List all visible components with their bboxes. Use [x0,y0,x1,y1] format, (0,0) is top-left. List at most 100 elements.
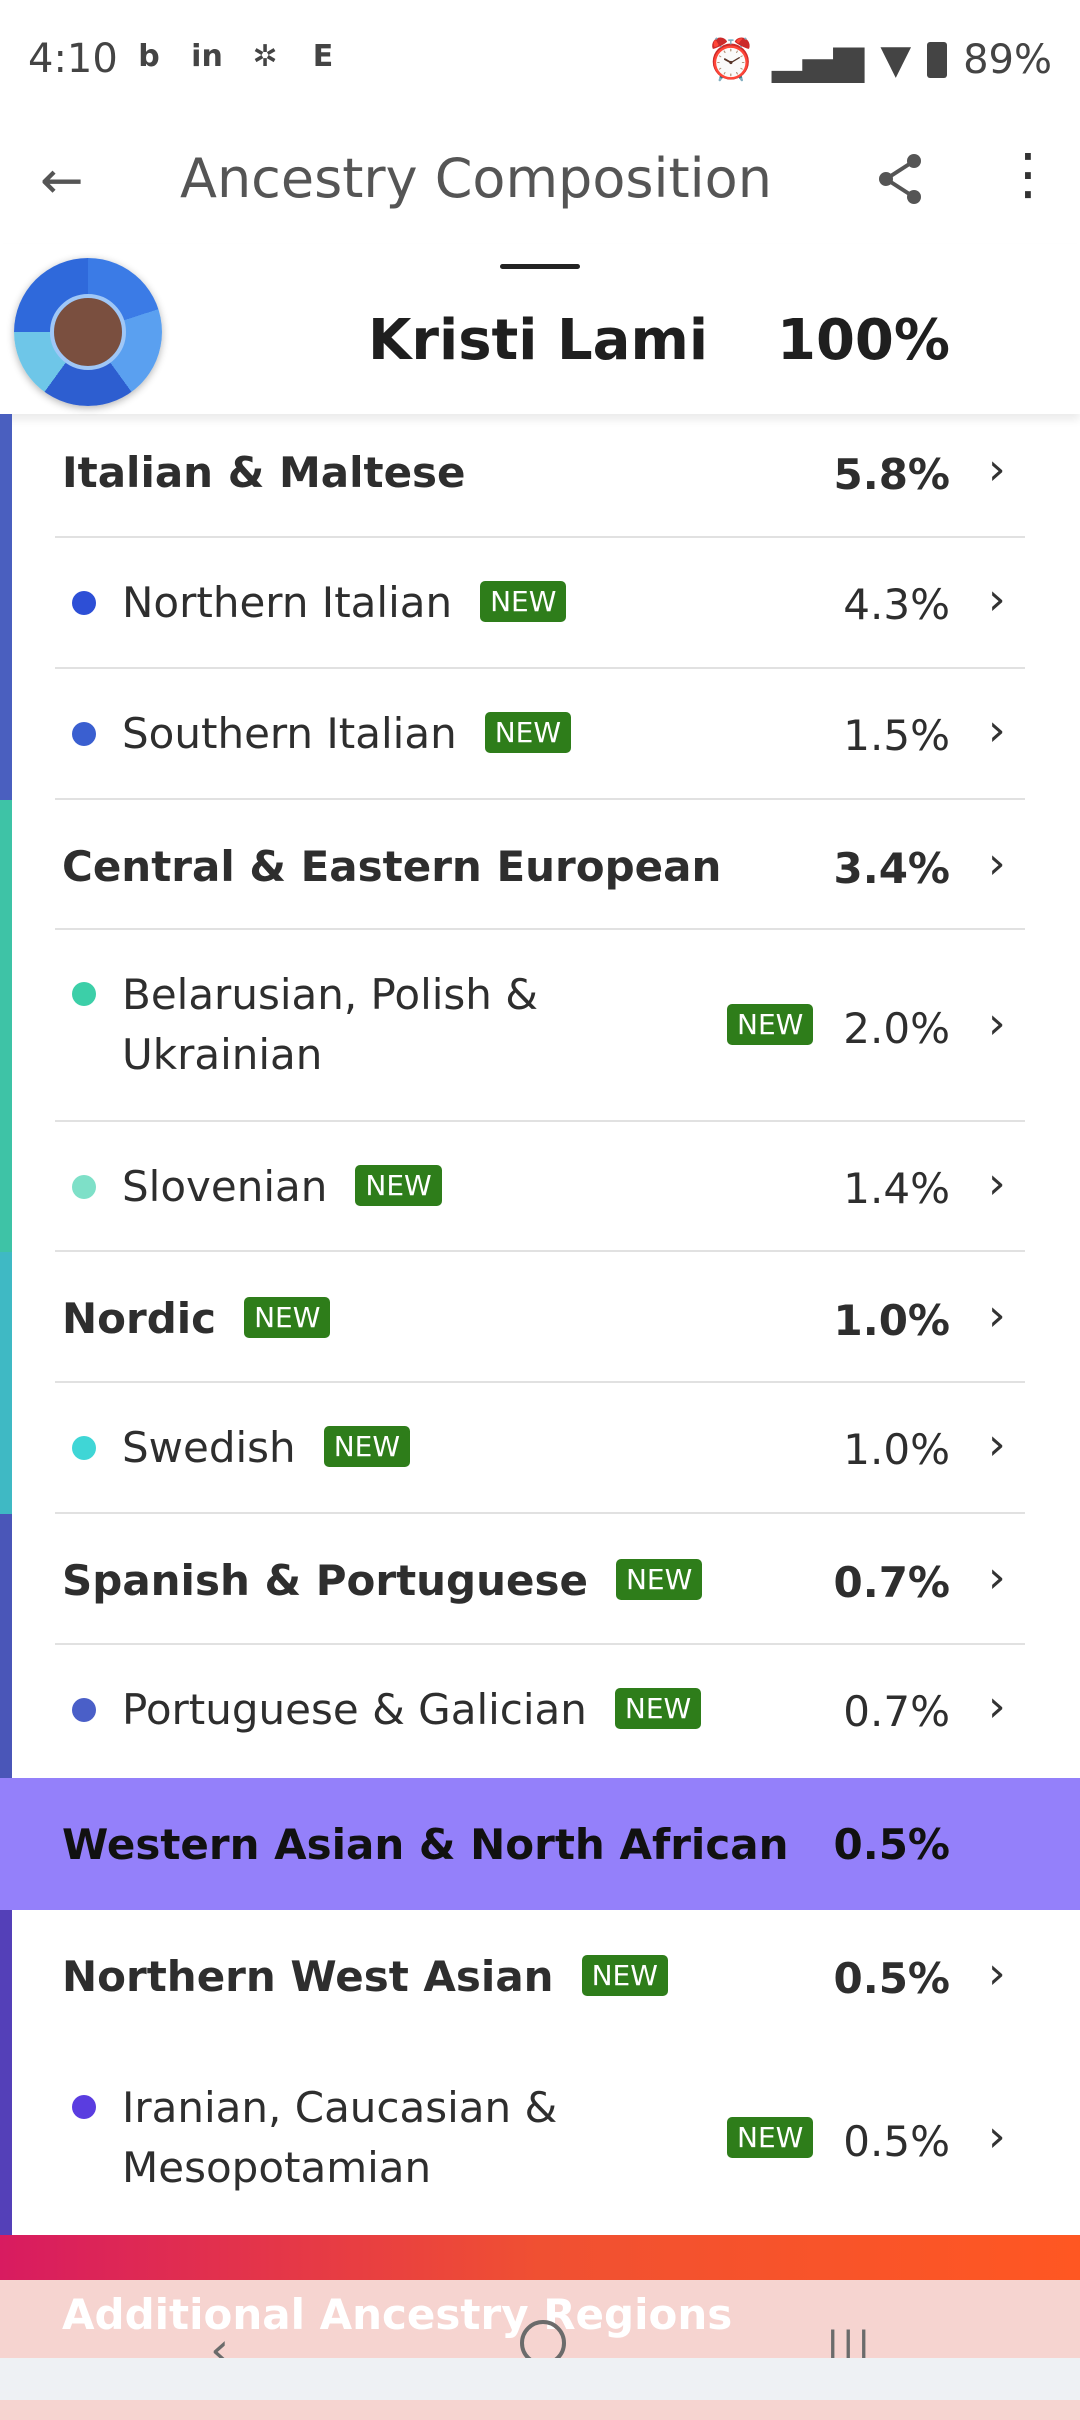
color-dot [72,2095,96,2119]
row-label: Italian & Maltese [62,448,466,497]
chevron-right-icon[interactable]: › [988,1685,1018,1729]
list-item-northern-west-asian[interactable]: Northern West Asian NEW 0.5% › [0,1910,1080,2043]
avatar-photo [50,294,126,370]
new-badge: NEW [484,712,572,753]
row-percent: 0.5% [833,1820,950,1869]
asterisk-app-icon: ✲ [252,39,278,74]
new-badge: NEW [614,1688,702,1729]
row-percent: 0.5% [843,2117,950,2166]
chevron-right-icon[interactable]: › [988,1294,1018,1338]
row-label-line2: Ukrainian [122,1030,323,1079]
new-badge: NEW [244,1297,331,1338]
chevron-right-icon[interactable]: › [988,1952,1018,1996]
bottom-inset [0,2358,1080,2400]
profile-percent: 100% [776,308,950,373]
list-item-belarusian-polish-ukrainian[interactable]: Belarusian, Polish & Ukrainian NEW 2.0% … [0,930,1080,1122]
list-item-southern-italian[interactable]: Southern Italian NEW 1.5% › [0,669,1080,800]
chevron-right-icon[interactable]: › [988,842,1018,886]
color-dot [72,1698,96,1722]
etsy-icon: E [312,39,334,74]
list-item-spanish-portuguese[interactable]: Spanish & Portuguese NEW 0.7% › [0,1514,1080,1645]
list-item-portuguese-galician[interactable]: Portuguese & Galician NEW 0.7% › [0,1645,1080,1778]
chevron-right-icon[interactable]: › [988,578,1018,622]
row-percent: 2.0% [843,1004,950,1053]
row-percent: 1.0% [833,1296,950,1345]
list-item-nordic[interactable]: Nordic NEW 1.0% › [0,1252,1080,1383]
status-right: ⏰ ▂▄▆ ▼ 89% [706,36,1052,84]
chevron-right-icon[interactable]: › [988,1002,1018,1046]
color-dot [72,722,96,746]
row-percent: 1.0% [843,1425,950,1474]
color-dot [72,591,96,615]
list-item-slovenian[interactable]: Slovenian NEW 1.4% › [0,1122,1080,1252]
color-dot [72,1436,96,1460]
row-label-wrap: Swedish NEW [122,1423,411,1472]
row-label: Portuguese & Galician [122,1685,587,1734]
list-item-swedish[interactable]: Swedish NEW 1.0% › [0,1383,1080,1514]
row-label-line1: Iranian, Caucasian & [122,2083,558,2132]
alarm-icon: ⏰ [706,37,757,83]
row-label-wrap: Nordic NEW [62,1294,331,1343]
wifi-icon: ▼ [880,36,912,83]
share-icon[interactable] [870,149,930,209]
new-badge: NEW [615,1559,703,1600]
signal-icon: ▂▄▆ [772,36,865,83]
row-label-wrap: Northern West Asian NEW [62,1952,668,2001]
page-title: Ancestry Composition [180,147,772,210]
list-item-western-asian-north-african[interactable]: Western Asian & North African 0.5% [0,1778,1080,1910]
drag-handle[interactable] [500,264,580,269]
new-badge: NEW [480,581,567,622]
color-dot [72,1175,96,1199]
list-item-iranian-caucasian-mesopotamian[interactable]: Iranian, Caucasian & Mesopotamian NEW 0.… [0,2043,1080,2235]
row-label: Nordic [62,1294,217,1343]
chevron-right-icon[interactable]: › [988,709,1018,753]
new-badge: NEW [581,1955,668,1996]
row-label: Western Asian & North African [62,1820,789,1869]
chevron-right-icon[interactable]: › [988,1556,1018,1600]
row-label-wrap: Spanish & Portuguese NEW [62,1556,703,1605]
row-label-line2: Mesopotamian [122,2143,432,2192]
row-label: Southern Italian [122,709,457,758]
row-label-wrap: Northern Italian NEW [122,578,567,627]
back-arrow-icon[interactable]: ← [40,151,100,211]
row-percent: 3.4% [833,844,950,893]
profile-header: Kristi Lami 100% [0,244,1080,414]
list-item-central-eastern-european[interactable]: Central & Eastern European 3.4% › [0,800,1080,930]
chevron-right-icon[interactable]: › [988,1162,1018,1206]
more-vert-icon[interactable]: ⋮ [1000,147,1056,209]
row-label: Spanish & Portuguese [62,1556,588,1605]
row-label: Slovenian [122,1162,328,1211]
section-color-bar [0,2235,1080,2285]
linkedin-icon: in [191,39,223,74]
new-badge: NEW [727,1004,814,1045]
new-badge: NEW [323,1426,411,1467]
color-dot [72,982,96,1006]
row-label-wrap: Southern Italian NEW [122,709,572,758]
chevron-right-icon[interactable]: › [988,448,1018,492]
avatar[interactable] [14,258,162,406]
row-percent: 1.5% [843,711,950,760]
row-label: Northern Italian [122,578,453,627]
status-time: 4:10 [28,36,118,82]
row-percent: 5.8% [833,450,950,499]
app-bar: ← Ancestry Composition ⋮ [0,125,1080,243]
bing-icon: b [138,39,160,74]
row-label: Swedish [122,1423,296,1472]
row-percent: 0.7% [833,1558,950,1607]
row-label: Northern West Asian [62,1952,554,2001]
chevron-right-icon[interactable]: › [988,1423,1018,1467]
list-item-northern-italian[interactable]: Northern Italian NEW 4.3% › [0,538,1080,669]
status-bar: 4:10 b in ✲ E ⏰ ▂▄▆ ▼ 89% [0,0,1080,125]
list-item-italian-maltese[interactable]: Italian & Maltese 5.8% › [0,414,1080,538]
profile-name: Kristi Lami [368,308,709,373]
row-label-wrap: Portuguese & Galician NEW [122,1685,702,1734]
row-label-line1: Belarusian, Polish & [122,970,539,1019]
notification-icons: b in ✲ E [130,38,342,76]
row-percent: 4.3% [843,580,950,629]
row-percent: 0.7% [843,1687,950,1736]
new-badge: NEW [727,2117,814,2158]
new-badge: NEW [355,1165,442,1206]
chevron-right-icon[interactable]: › [988,2115,1018,2159]
row-label: Central & Eastern European [62,842,722,891]
row-percent: 0.5% [833,1954,950,2003]
